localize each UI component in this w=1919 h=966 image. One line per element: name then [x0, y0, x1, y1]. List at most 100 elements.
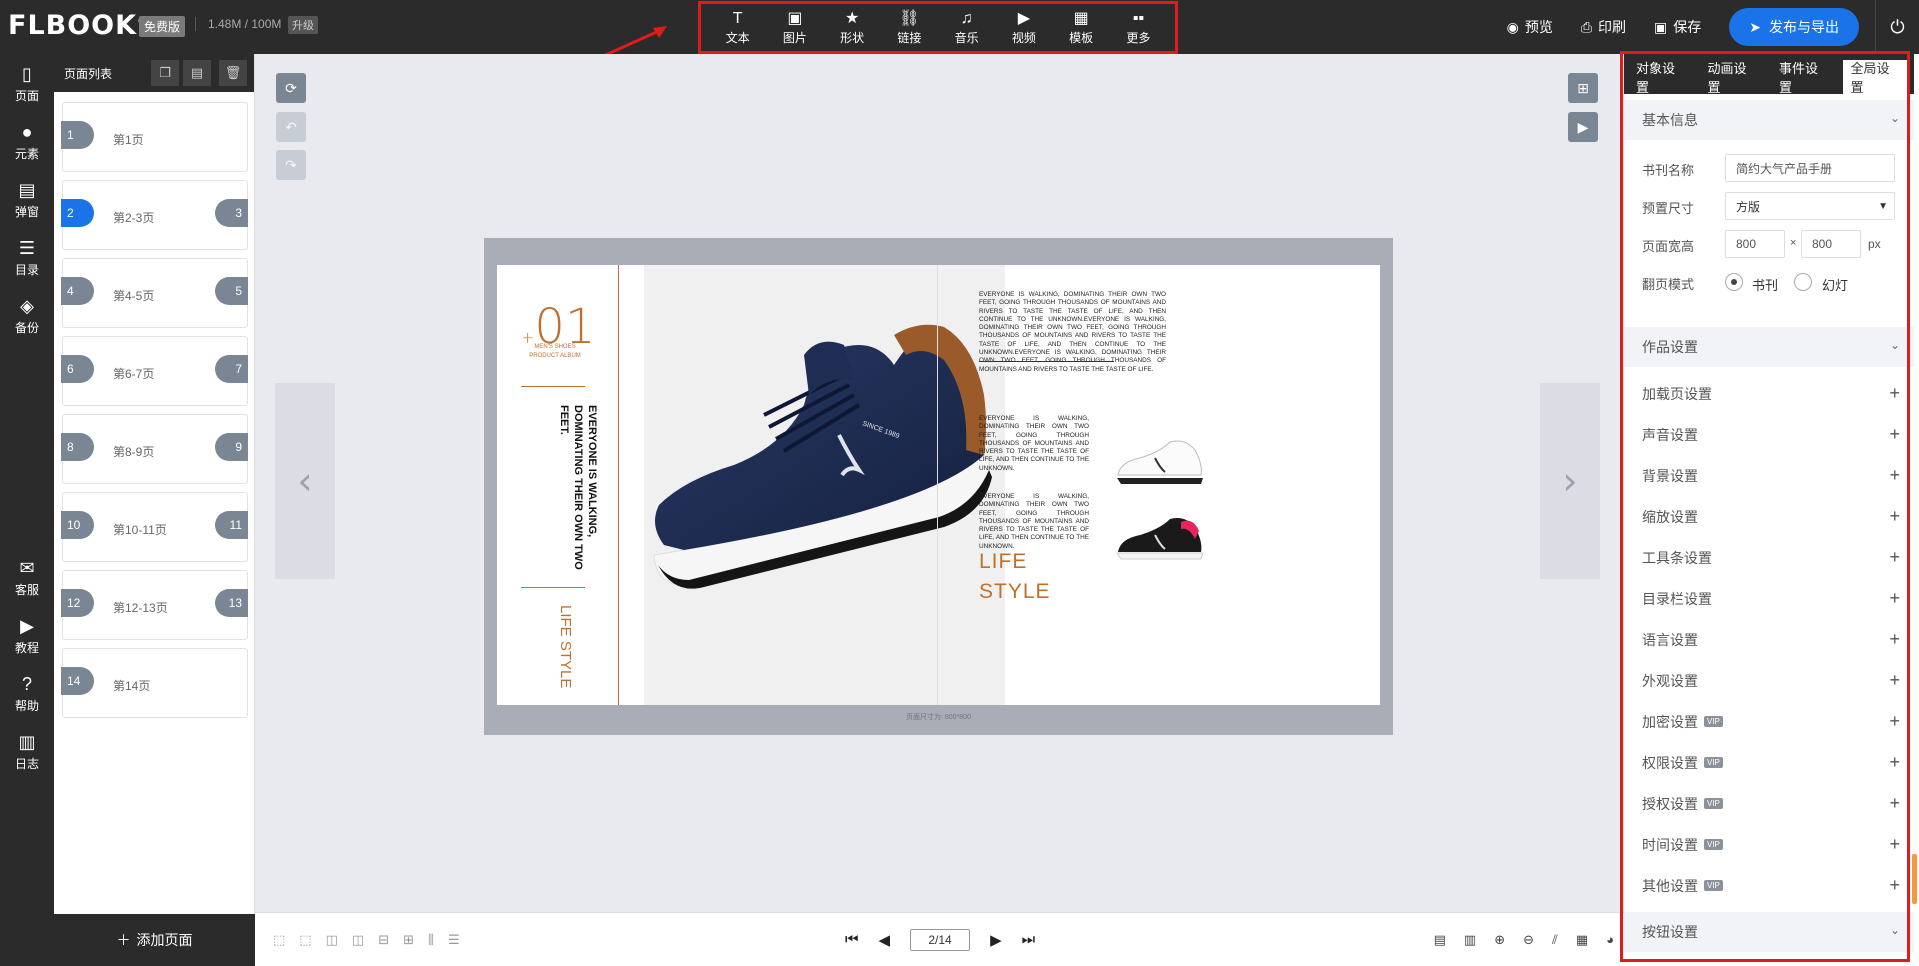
align-vcenter-icon[interactable]: ⊞: [403, 932, 414, 948]
settings-row[interactable]: 目录栏设置 +: [1624, 578, 1914, 619]
distribute-h-icon[interactable]: ⫼: [428, 932, 434, 948]
nav-page[interactable]: ▯ 页面: [0, 54, 54, 112]
settings-tab[interactable]: 动画设置: [1700, 60, 1768, 95]
page-list-item[interactable]: 2 3 第2-3页: [61, 180, 248, 250]
delete-page-icon[interactable]: 🗑: [219, 60, 247, 86]
nav-help[interactable]: ? 帮助: [0, 664, 54, 722]
page-height-input[interactable]: 800: [1801, 230, 1861, 258]
settings-row[interactable]: 权限设置 VIP +: [1624, 742, 1914, 783]
book-name-input[interactable]: 简约大气产品手册: [1725, 154, 1895, 182]
book-spread[interactable]: +01 MEN'S SHOES PRODUCT ALBUM EVERYONE I…: [497, 265, 1380, 705]
align-right-icon[interactable]: ⬚: [299, 932, 311, 948]
settings-row[interactable]: 声音设置 +: [1624, 414, 1914, 455]
tool-more[interactable]: ▪▪ 更多: [1113, 9, 1163, 46]
settings-icon[interactable]: ◕: [1606, 932, 1614, 948]
page-list-item[interactable]: 1 第1页: [61, 102, 248, 172]
next-page-arrow[interactable]: ›: [1540, 383, 1600, 579]
undo-icon[interactable]: ↶: [276, 112, 306, 142]
page-list-item[interactable]: 4 5 第4-5页: [61, 258, 248, 328]
expand-plus-icon[interactable]: +: [1889, 670, 1900, 691]
page-list-item[interactable]: 14 第14页: [61, 648, 248, 718]
power-icon[interactable]: ⏻: [1875, 0, 1919, 54]
nav-log[interactable]: ▥ 日志: [0, 722, 54, 780]
first-page-icon[interactable]: ⏮: [845, 931, 859, 948]
expand-plus-icon[interactable]: +: [1889, 547, 1900, 568]
upgrade-button[interactable]: 升级: [288, 16, 318, 34]
settings-row[interactable]: 其他设置 VIP +: [1624, 865, 1914, 906]
expand-plus-icon[interactable]: +: [1889, 383, 1900, 404]
nav-toc[interactable]: ☰ 目录: [0, 228, 54, 286]
settings-row[interactable]: 工具条设置 +: [1624, 537, 1914, 578]
tool-link[interactable]: ⛓ 链接: [884, 9, 934, 46]
scrollbar-thumb[interactable]: [1912, 854, 1917, 904]
paste-page-icon[interactable]: ▤: [183, 60, 211, 86]
double-page-icon[interactable]: ▥: [1464, 932, 1476, 948]
settings-tab[interactable]: 事件设置: [1771, 60, 1839, 95]
nav-popup[interactable]: ▤ 弹窗: [0, 170, 54, 228]
flip-slide-radio[interactable]: [1794, 273, 1812, 291]
settings-row[interactable]: 语言设置 +: [1624, 619, 1914, 660]
expand-plus-icon[interactable]: +: [1889, 834, 1900, 855]
publish-button[interactable]: ➤ 发布与导出: [1729, 8, 1859, 46]
paragraph-3[interactable]: EVERYONE IS WALKING, DOMINATING THEIR OW…: [979, 493, 1089, 551]
expand-plus-icon[interactable]: +: [1889, 506, 1900, 527]
ruler-icon[interactable]: ⫽: [1552, 932, 1558, 948]
zoom-out-icon[interactable]: ⊖: [1523, 932, 1534, 948]
add-page-button[interactable]: ＋添加页面: [54, 914, 255, 966]
expand-plus-icon[interactable]: +: [1889, 711, 1900, 732]
expand-plus-icon[interactable]: +: [1889, 588, 1900, 609]
page-number-input[interactable]: [910, 928, 971, 951]
refresh-icon[interactable]: ⟳: [276, 73, 306, 103]
tool-star[interactable]: ★ 形状: [827, 9, 877, 46]
settings-row[interactable]: 加载页设置 +: [1624, 373, 1914, 414]
life-style-heading[interactable]: LIFE STYLE: [979, 547, 1059, 607]
align-left-icon[interactable]: ⬚: [273, 932, 285, 948]
copy-page-icon[interactable]: ❐: [151, 60, 179, 86]
flip-book-radio[interactable]: [1725, 273, 1743, 291]
expand-plus-icon[interactable]: +: [1889, 752, 1900, 773]
settings-row[interactable]: 时间设置 VIP +: [1624, 824, 1914, 865]
nav-service[interactable]: ✉ 客服: [0, 548, 54, 606]
nav-tutorial[interactable]: ▶ 教程: [0, 606, 54, 664]
tool-image[interactable]: ▣ 图片: [770, 9, 820, 46]
save-button[interactable]: ▣ 保存: [1654, 17, 1701, 37]
tool-play[interactable]: ▶ 视频: [999, 9, 1049, 46]
page-list-item[interactable]: 12 13 第12-13页: [61, 570, 248, 640]
tool-template[interactable]: ▦ 模板: [1056, 9, 1106, 46]
preset-size-select[interactable]: 方版 ▼: [1725, 192, 1895, 220]
zoom-in-icon[interactable]: ⊕: [1494, 932, 1505, 948]
expand-plus-icon[interactable]: +: [1889, 875, 1900, 896]
print-button[interactable]: ⎙ 印刷: [1581, 17, 1626, 37]
settings-row[interactable]: 背景设置 +: [1624, 455, 1914, 496]
expand-plus-icon[interactable]: +: [1889, 793, 1900, 814]
settings-row[interactable]: 外观设置 +: [1624, 660, 1914, 701]
section-work-settings[interactable]: 作品设置 ⌄: [1624, 327, 1914, 367]
next-page-icon[interactable]: ▶: [990, 931, 1002, 949]
redo-icon[interactable]: ↷: [276, 150, 306, 180]
align-bottom-icon[interactable]: ◫: [352, 932, 364, 948]
expand-plus-icon[interactable]: +: [1889, 629, 1900, 650]
settings-row[interactable]: 加密设置 VIP +: [1624, 701, 1914, 742]
section-basic-info[interactable]: 基本信息 ⌄: [1624, 100, 1914, 140]
preview-button[interactable]: ◉ 预览: [1507, 17, 1553, 37]
expand-plus-icon[interactable]: +: [1889, 465, 1900, 486]
align-top-icon[interactable]: ◫: [326, 932, 338, 948]
settings-tab[interactable]: 全局设置: [1842, 60, 1910, 95]
nav-backup[interactable]: ◈ 备份: [0, 286, 54, 344]
tool-text[interactable]: T 文本: [713, 9, 763, 46]
page-list-item[interactable]: 8 9 第8-9页: [61, 414, 248, 484]
single-page-icon[interactable]: ▤: [1434, 932, 1446, 948]
grid-icon[interactable]: ▦: [1576, 932, 1588, 948]
play-preview-icon[interactable]: ▶: [1568, 112, 1598, 142]
distribute-v-icon[interactable]: ☰: [448, 932, 460, 948]
paragraph-2[interactable]: EVERYONE IS WALKING, DOMINATING THEIR OW…: [979, 415, 1089, 473]
page-list-item[interactable]: 6 7 第6-7页: [61, 336, 248, 406]
page-width-input[interactable]: 800: [1725, 230, 1785, 258]
white-sneaker-image[interactable]: [1115, 440, 1205, 490]
settings-tab[interactable]: 对象设置: [1628, 60, 1696, 95]
nav-elements[interactable]: ● 元素: [0, 112, 54, 170]
last-page-icon[interactable]: ⏭: [1022, 931, 1036, 948]
tool-music[interactable]: ♫ 音乐: [942, 9, 992, 46]
add-page-canvas-icon[interactable]: ⊞: [1568, 73, 1598, 103]
prev-page-icon[interactable]: ◀: [879, 931, 891, 949]
